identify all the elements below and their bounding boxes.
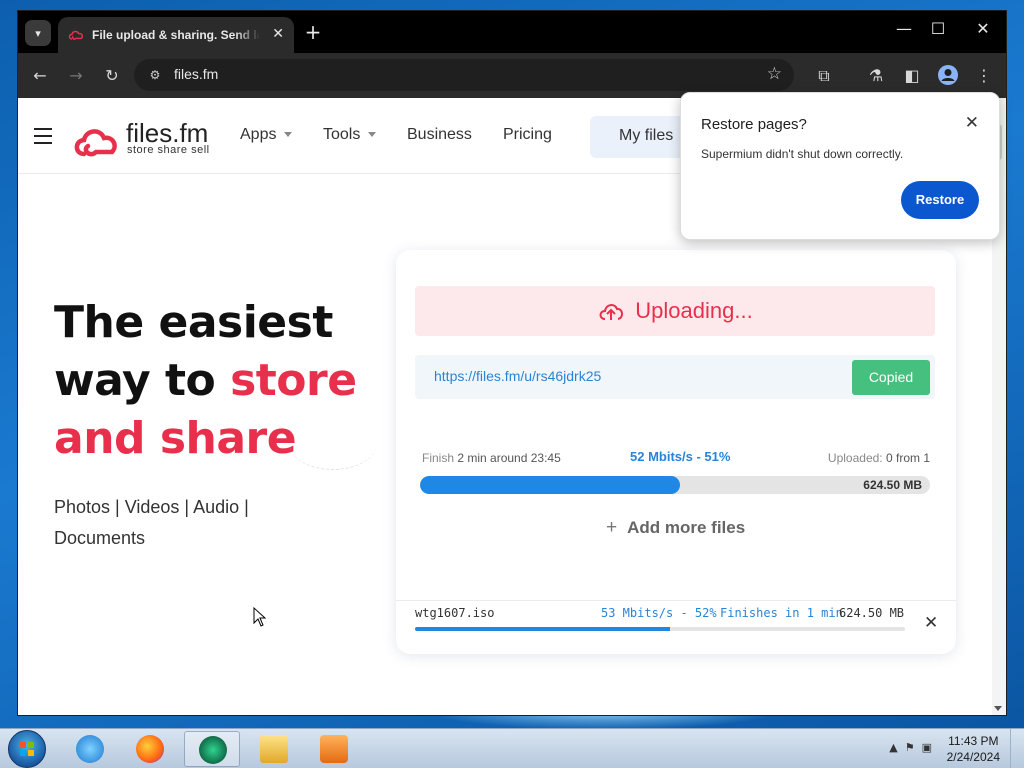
file-size: 624.50 MB	[839, 606, 905, 620]
share-link[interactable]: https://files.fm/u/rs46jdrk25	[434, 368, 601, 384]
hero-line-2-accent: store	[230, 355, 357, 406]
mouse-cursor-icon	[253, 607, 267, 627]
finish-estimate: Finish 2 min around 23:45	[422, 451, 561, 465]
file-name: wtg1607.iso	[415, 606, 495, 620]
clock-date: 2/24/2024	[946, 750, 1000, 764]
media-player-taskbar-icon[interactable]	[306, 731, 362, 767]
share-link-box: https://files.fm/u/rs46jdrk25 Copied	[415, 355, 935, 399]
restore-dialog-message: Supermium didn't shut down correctly.	[701, 147, 904, 161]
nav-apps[interactable]: Apps	[240, 126, 293, 144]
finish-value: 2 min around 23:45	[457, 451, 561, 465]
file-speed: 53 Mbits/s - 52%	[601, 606, 717, 620]
uploaded-count: Uploaded: 0 from 1	[828, 451, 930, 465]
nav-tools[interactable]: Tools	[323, 126, 377, 144]
clock-time: 11:43 PM	[948, 734, 999, 748]
site-info-icon[interactable]: ⚙	[146, 66, 164, 84]
tab-strip: ▾ File upload & sharing. Send large file…	[18, 11, 1006, 53]
tab-title: File upload & sharing. Send large files	[92, 28, 260, 42]
logo-tagline: store share sell	[127, 144, 210, 156]
clock[interactable]: 11:43 PM 2/24/2024	[947, 733, 1000, 765]
hero-subtitle-line-1: Photos | Videos | Audio |	[54, 497, 249, 517]
overall-speed: 52 Mbits/s - 51%	[630, 449, 731, 464]
upload-status-banner: Uploading...	[415, 286, 935, 336]
file-upload-row: wtg1607.iso 53 Mbits/s - 52% Finishes in…	[396, 600, 956, 654]
hero-line-1: The easiest	[54, 297, 333, 348]
nav-apps-label: Apps	[240, 126, 277, 143]
new-tab-button[interactable]: +	[301, 21, 325, 43]
close-window-button[interactable]: ✕	[963, 19, 1003, 38]
side-panel-icon[interactable]: ◧	[900, 64, 924, 88]
tab-close-icon[interactable]: ✕	[272, 26, 284, 42]
windows-flag-icon	[20, 742, 34, 756]
files-fm-cloud-logo-icon	[74, 129, 117, 157]
tab-search-button[interactable]: ▾	[25, 20, 51, 46]
hamburger-menu-icon[interactable]	[34, 128, 52, 144]
cloud-upload-icon	[599, 304, 624, 320]
nav-business-label: Business	[407, 126, 472, 143]
system-tray-icons[interactable]: ▲ ⚑ ▣	[889, 741, 932, 754]
nav-tools-label: Tools	[323, 126, 361, 143]
uploaded-value: 0 from 1	[885, 451, 930, 465]
maximize-button[interactable]: ☐	[918, 19, 958, 38]
nav-pricing[interactable]: Pricing	[503, 126, 552, 144]
files-fm-logo[interactable]: files.fm store share sell	[72, 118, 220, 160]
hero-line-2: way to store	[54, 352, 384, 410]
hero-subtitle: Photos | Videos | Audio | Documents	[54, 492, 304, 554]
file-progress-fill	[415, 627, 670, 631]
file-progress-bar	[415, 627, 905, 631]
overall-progress-bar: 624.50 MB	[420, 476, 930, 494]
add-more-label: Add more files	[627, 518, 746, 537]
files-fm-favicon-icon	[68, 30, 83, 40]
forward-arrow-icon[interactable]: →	[64, 64, 88, 88]
upload-card: Uploading... https://files.fm/u/rs46jdrk…	[396, 250, 956, 654]
browser-menu-icon[interactable]: ⋮	[972, 64, 996, 88]
chevron-down-icon	[284, 132, 293, 138]
close-dialog-icon[interactable]: ✕	[965, 113, 979, 133]
profile-avatar-icon[interactable]	[936, 64, 960, 88]
hero-subtitle-line-2: Documents	[54, 528, 146, 548]
start-button[interactable]	[8, 730, 46, 768]
extensions-icon[interactable]: ⧉	[812, 64, 836, 88]
uploaded-prefix: Uploaded:	[827, 451, 883, 465]
tab-files-fm[interactable]: File upload & sharing. Send large files …	[58, 17, 294, 53]
show-desktop-button[interactable]	[1010, 729, 1024, 768]
back-arrow-icon[interactable]: ←	[28, 64, 52, 88]
hero-line-2-plain: way to	[54, 355, 231, 406]
total-size: 624.50 MB	[863, 478, 922, 492]
overall-progress-fill	[420, 476, 681, 494]
restore-pages-dialog: Restore pages? ✕ Supermium didn't shut d…	[680, 92, 1000, 240]
copy-link-button[interactable]: Copied	[852, 360, 930, 395]
supermium-taskbar-icon[interactable]	[184, 731, 240, 767]
file-explorer-taskbar-icon[interactable]	[246, 731, 302, 767]
nav-pricing-label: Pricing	[503, 126, 552, 143]
nav-business[interactable]: Business	[407, 126, 472, 144]
address-bar[interactable]: ⚙ files.fm ☆	[134, 59, 794, 91]
internet-explorer-taskbar-icon[interactable]	[62, 731, 118, 767]
firefox-taskbar-icon[interactable]	[122, 731, 178, 767]
cancel-file-icon[interactable]: ✕	[924, 613, 938, 633]
address-url[interactable]: files.fm	[174, 66, 218, 82]
file-finish: Finishes in 1 min	[720, 606, 843, 620]
labs-flask-icon[interactable]: ⚗	[864, 64, 888, 88]
restore-button[interactable]: Restore	[901, 181, 979, 219]
plus-icon: +	[606, 517, 618, 538]
finish-prefix: Finish	[422, 451, 455, 465]
decorative-arc	[290, 420, 376, 470]
bookmark-star-icon[interactable]: ☆	[767, 64, 782, 84]
add-more-files-button[interactable]: + Add more files	[606, 517, 745, 539]
chevron-down-icon	[368, 132, 377, 138]
taskbar: ▲ ⚑ ▣ 11:43 PM 2/24/2024	[0, 728, 1024, 768]
scroll-down-arrow-icon[interactable]	[994, 706, 1002, 711]
upload-status-text: Uploading...	[635, 298, 753, 323]
restore-dialog-title: Restore pages?	[701, 116, 807, 133]
reload-icon[interactable]: ↻	[100, 64, 124, 88]
